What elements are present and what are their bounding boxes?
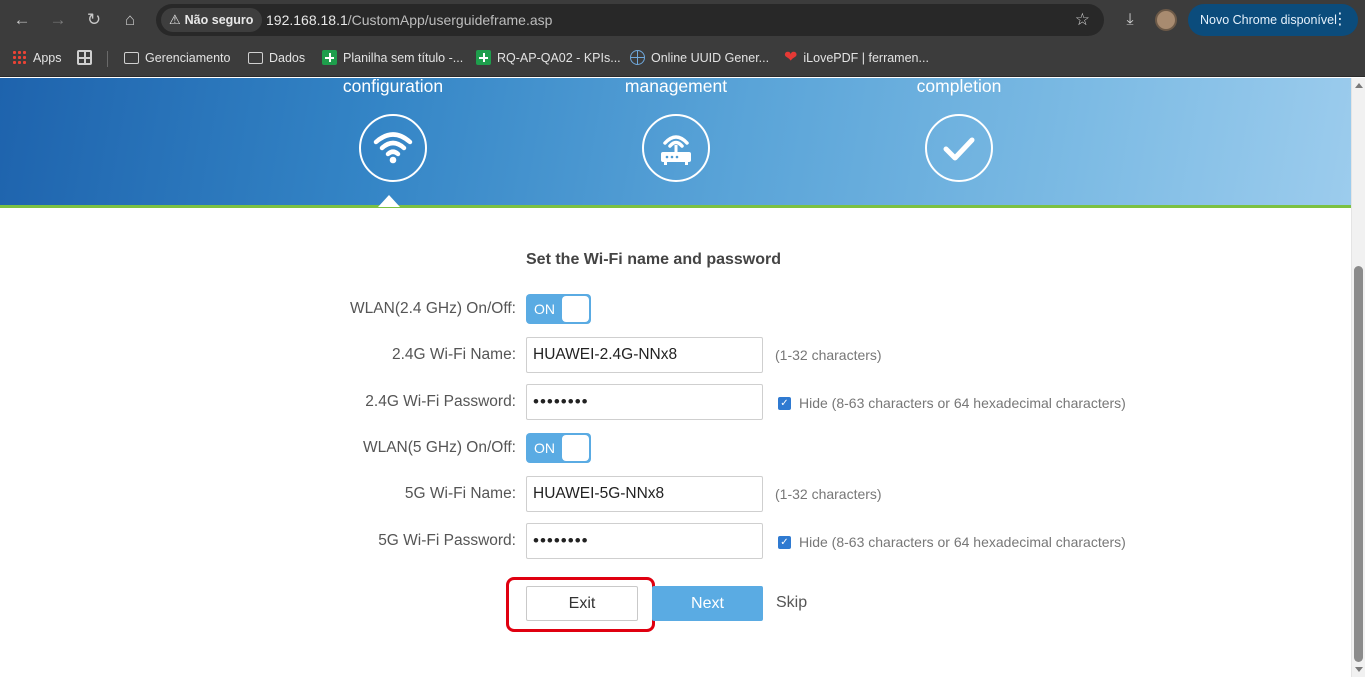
bookmark-tab-groups[interactable]	[77, 48, 98, 68]
wifi5-name-input[interactable]	[526, 476, 763, 512]
step-management-label: management	[624, 78, 728, 96]
scroll-up-arrow-icon[interactable]	[1355, 83, 1363, 88]
wifi5-hide-label: Hide (8-63 characters or 64 hexadecimal …	[799, 534, 1126, 550]
chrome-update-label: Novo Chrome disponível	[1200, 13, 1337, 27]
wlan5-toggle[interactable]: ON	[526, 433, 591, 463]
router-setup-page: configuration management completion Set …	[0, 78, 1351, 677]
url-host: 192.168.18.1	[266, 12, 348, 28]
url-path: /CustomApp/userguideframe.asp	[347, 12, 553, 28]
security-chip-label: Não seguro	[184, 13, 254, 27]
step-completion	[925, 114, 993, 182]
bookmark-gerenciamento[interactable]: Gerenciamento	[124, 48, 230, 68]
tab-groups-icon	[77, 50, 92, 65]
wifi5-hide-checkbox[interactable]: ✓	[778, 536, 791, 549]
bookmark-label: Gerenciamento	[145, 51, 231, 65]
checkmark-icon	[943, 137, 975, 161]
sheets-icon	[322, 50, 337, 65]
toggle-knob	[562, 296, 589, 322]
step-completion-label: completion	[916, 78, 1002, 96]
wlan5-toggle-state: ON	[534, 440, 555, 456]
wifi24-password-input[interactable]	[526, 384, 763, 420]
security-chip[interactable]: ⚠ Não seguro	[161, 8, 263, 32]
back-arrow-icon[interactable]: ←	[10, 8, 34, 32]
bookmark-label: RQ-AP-QA02 - KPIs...	[497, 51, 621, 65]
bookmark-apps[interactable]: Apps	[12, 48, 62, 68]
wifi5-name-label: 5G Wi-Fi Name:	[404, 485, 516, 502]
profile-avatar[interactable]	[1155, 9, 1177, 31]
download-icon[interactable]: ⤓	[1118, 8, 1142, 32]
page-scrollbar[interactable]	[1351, 78, 1365, 677]
bookmark-label: iLovePDF | ferramen...	[803, 51, 929, 65]
exit-button[interactable]: Exit	[526, 586, 638, 621]
folder-icon	[248, 52, 263, 64]
bookmark-label: Planilha sem título -...	[343, 51, 464, 65]
wifi-icon	[373, 132, 413, 164]
bookmark-label: Online UUID Gener...	[651, 51, 770, 65]
wifi24-password-label: 2.4G Wi-Fi Password:	[365, 393, 516, 410]
setup-steps-banner: configuration management completion	[0, 78, 1351, 208]
url-text[interactable]: 192.168.18.1/CustomApp/userguideframe.as…	[266, 4, 552, 36]
apps-grid-icon	[12, 50, 27, 65]
active-step-pointer	[378, 195, 400, 207]
kebab-menu-icon[interactable]: ⋮	[1332, 4, 1348, 36]
toggle-knob	[562, 435, 589, 461]
sheets-icon	[476, 50, 491, 65]
chrome-update-button[interactable]: Novo Chrome disponível ⋮	[1188, 4, 1358, 36]
wlan24-toggle[interactable]: ON	[526, 294, 591, 324]
wlan24-toggle-state: ON	[534, 301, 555, 317]
bookmark-dados[interactable]: Dados	[248, 48, 305, 68]
scroll-down-arrow-icon[interactable]	[1355, 667, 1363, 672]
browser-toolbar: ← → ↻ ⌂ ⚠ Não seguro 192.168.18.1/CustomA…	[0, 0, 1365, 40]
wlan24-toggle-label: WLAN(2.4 GHz) On/Off:	[350, 300, 516, 317]
bookmark-label: Dados	[269, 51, 306, 65]
banner-accent-line	[0, 205, 1351, 208]
wifi24-hide-checkbox[interactable]: ✓	[778, 397, 791, 410]
bookmark-rq-ap-qa02[interactable]: RQ-AP-QA02 - KPIs...	[476, 48, 621, 68]
home-icon[interactable]: ⌂	[118, 8, 142, 32]
bookmark-planilha[interactable]: Planilha sem título -...	[322, 48, 463, 68]
bookmark-star-icon[interactable]: ☆	[1075, 4, 1090, 36]
forward-arrow-icon[interactable]: →	[46, 8, 70, 32]
step-configuration-label: configuration	[342, 78, 444, 96]
bookmark-label: Apps	[33, 51, 62, 65]
next-button[interactable]: Next	[652, 586, 763, 621]
form-title: Set the Wi-Fi name and password	[526, 251, 782, 268]
wifi24-name-input[interactable]	[526, 337, 763, 373]
wifi5-name-hint: (1-32 characters)	[775, 486, 882, 502]
step-management	[642, 114, 710, 182]
router-icon	[661, 135, 691, 165]
bookmark-separator	[107, 51, 108, 67]
bookmark-uuid-generator[interactable]: Online UUID Gener...	[630, 48, 769, 68]
wifi5-password-label: 5G Wi-Fi Password:	[378, 532, 516, 549]
step-configuration	[359, 114, 427, 182]
wifi5-password-input[interactable]	[526, 523, 763, 559]
wlan5-toggle-label: WLAN(5 GHz) On/Off:	[362, 439, 516, 456]
address-bar[interactable]: ⚠ Não seguro 192.168.18.1/CustomApp/userg…	[156, 4, 1104, 36]
wifi24-hide-label: Hide (8-63 characters or 64 hexadecimal …	[799, 395, 1126, 411]
bookmark-ilovepdf[interactable]: ❤ iLovePDF | ferramen...	[784, 48, 929, 68]
wifi24-name-hint: (1-32 characters)	[775, 347, 882, 363]
skip-link[interactable]: Skip	[776, 594, 807, 612]
bookmarks-bar: Apps Gerenciamento Dados Planilha sem tí…	[0, 40, 1365, 77]
globe-icon	[630, 50, 645, 65]
folder-icon	[124, 52, 139, 64]
wifi24-name-label: 2.4G Wi-Fi Name:	[391, 346, 516, 363]
heart-icon: ❤	[784, 49, 798, 66]
warning-triangle-icon: ⚠	[169, 12, 181, 27]
reload-icon[interactable]: ↻	[82, 8, 106, 32]
scrollbar-thumb[interactable]	[1354, 266, 1363, 662]
